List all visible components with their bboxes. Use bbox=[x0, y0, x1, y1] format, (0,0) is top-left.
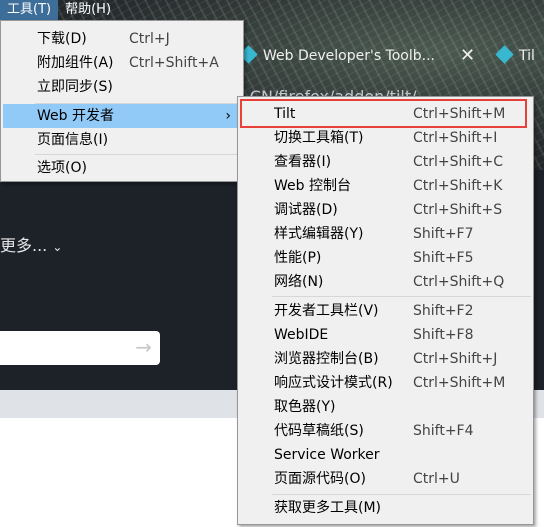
tools-menu: 下载(D) Ctrl+J 附加组件(A) Ctrl+Shift+A 立即同步(S… bbox=[0, 20, 244, 182]
menu-item-label: 浏览器控制台(B) bbox=[274, 351, 379, 367]
menu-item-downloads[interactable]: 下载(D) Ctrl+J bbox=[3, 27, 241, 51]
menu-item-label: 下载(D) bbox=[37, 31, 87, 47]
menu-item-sync[interactable]: 立即同步(S) bbox=[3, 75, 241, 99]
menu-separator bbox=[272, 296, 531, 297]
menubar-help[interactable]: 帮助(H) bbox=[58, 0, 118, 20]
menu-item-scratchpad[interactable]: 代码草稿纸(S) Shift+F4 bbox=[240, 419, 531, 443]
browser-tab-2[interactable]: Til bbox=[495, 44, 535, 68]
menu-item-label: WebIDE bbox=[274, 327, 329, 343]
menu-item-label: 获取更多工具(M) bbox=[274, 500, 382, 516]
menu-item-browser-console[interactable]: 浏览器控制台(B) Ctrl+Shift+J bbox=[240, 347, 531, 371]
menu-item-addons[interactable]: 附加组件(A) Ctrl+Shift+A bbox=[3, 51, 241, 75]
menu-item-responsive-design[interactable]: 响应式设计模式(R) Ctrl+Shift+M bbox=[240, 371, 531, 395]
menu-item-shortcut: Shift+F5 bbox=[413, 250, 474, 266]
menu-item-shortcut: Ctrl+Shift+J bbox=[413, 351, 498, 367]
menu-item-shortcut: Ctrl+Shift+S bbox=[413, 202, 503, 218]
menu-item-shortcut: Ctrl+Shift+A bbox=[129, 55, 219, 71]
menu-item-label: 选项(O) bbox=[37, 160, 87, 176]
more-link-label: 更多... bbox=[0, 236, 48, 255]
menu-item-page-source[interactable]: 页面源代码(O) Ctrl+U bbox=[240, 467, 531, 491]
menu-item-shortcut: Ctrl+U bbox=[413, 471, 460, 487]
menu-item-shortcut: Ctrl+Shift+Q bbox=[413, 274, 505, 290]
menubar: 工具(T) 帮助(H) bbox=[0, 0, 118, 20]
menu-item-label: 切换工具箱(T) bbox=[274, 130, 364, 146]
menu-item-label: 样式编辑器(Y) bbox=[274, 226, 364, 242]
close-tab-icon[interactable]: ✕ bbox=[460, 44, 475, 68]
menu-item-label: 响应式设计模式(R) bbox=[274, 375, 393, 391]
menu-separator bbox=[272, 494, 531, 495]
addon-icon bbox=[495, 45, 514, 64]
menu-item-get-more-tools[interactable]: 获取更多工具(M) bbox=[240, 496, 531, 520]
tab-title: Til bbox=[519, 48, 535, 64]
menu-item-label: 网络(N) bbox=[274, 274, 324, 290]
more-link[interactable]: 更多... ⌄ bbox=[0, 232, 62, 256]
menu-item-page-info[interactable]: 页面信息(I) bbox=[3, 128, 241, 152]
chevron-right-icon: › bbox=[225, 108, 231, 124]
menu-item-shortcut: Shift+F7 bbox=[413, 226, 474, 242]
menu-item-shortcut: Shift+F4 bbox=[413, 423, 474, 439]
menu-item-label: 性能(P) bbox=[274, 250, 322, 266]
menu-item-web-developer[interactable]: Web 开发者 › bbox=[3, 104, 241, 128]
web-developer-submenu: Tilt Ctrl+Shift+M 切换工具箱(T) Ctrl+Shift+I … bbox=[237, 96, 534, 525]
menu-item-label: 附加组件(A) bbox=[37, 55, 114, 71]
menu-item-shortcut: Ctrl+Shift+M bbox=[413, 106, 506, 122]
search-input[interactable]: → bbox=[0, 331, 160, 365]
menu-item-developer-toolbar[interactable]: 开发者工具栏(V) Shift+F2 bbox=[240, 299, 531, 323]
menu-item-label: Service Worker bbox=[274, 447, 380, 463]
menu-item-label: 立即同步(S) bbox=[37, 79, 113, 95]
menu-item-label: 页面信息(I) bbox=[37, 132, 109, 148]
chevron-down-icon: ⌄ bbox=[52, 240, 63, 254]
browser-tab[interactable]: Web Developer's Toolb... bbox=[239, 44, 435, 68]
tab-title: Web Developer's Toolb... bbox=[263, 48, 435, 64]
menu-item-shortcut: Ctrl+Shift+C bbox=[413, 154, 503, 170]
menu-item-inspector[interactable]: 查看器(I) Ctrl+Shift+C bbox=[240, 150, 531, 174]
arrow-right-icon[interactable]: → bbox=[135, 335, 152, 359]
menu-item-debugger[interactable]: 调试器(D) Ctrl+Shift+S bbox=[240, 198, 531, 222]
menu-item-options[interactable]: 选项(O) bbox=[3, 156, 241, 180]
menu-item-label: 查看器(I) bbox=[274, 154, 332, 170]
menu-item-performance[interactable]: 性能(P) Shift+F5 bbox=[240, 246, 531, 270]
menu-item-label: 调试器(D) bbox=[274, 202, 338, 218]
menu-item-style-editor[interactable]: 样式编辑器(Y) Shift+F7 bbox=[240, 222, 531, 246]
menu-item-label: Web 控制台 bbox=[274, 178, 351, 194]
menu-item-label: 代码草稿纸(S) bbox=[274, 423, 364, 439]
menu-separator bbox=[35, 154, 241, 155]
menu-item-label: 页面源代码(O) bbox=[274, 471, 366, 487]
menu-item-shortcut: Ctrl+Shift+I bbox=[413, 130, 498, 146]
menu-item-shortcut: Ctrl+Shift+K bbox=[413, 178, 503, 194]
menu-item-shortcut: Shift+F2 bbox=[413, 303, 474, 319]
menu-item-shortcut: Ctrl+J bbox=[129, 31, 170, 47]
menu-item-web-console[interactable]: Web 控制台 Ctrl+Shift+K bbox=[240, 174, 531, 198]
menu-item-toggle-toolbox[interactable]: 切换工具箱(T) Ctrl+Shift+I bbox=[240, 126, 531, 150]
menu-item-tilt[interactable]: Tilt Ctrl+Shift+M bbox=[240, 102, 531, 126]
menu-item-network[interactable]: 网络(N) Ctrl+Shift+Q bbox=[240, 270, 531, 294]
menu-item-shortcut: Shift+F8 bbox=[413, 327, 474, 343]
menu-item-webide[interactable]: WebIDE Shift+F8 bbox=[240, 323, 531, 347]
menu-item-label: Tilt bbox=[274, 106, 296, 122]
menu-item-eyedropper[interactable]: 取色器(Y) bbox=[240, 395, 531, 419]
menubar-tools[interactable]: 工具(T) bbox=[0, 0, 59, 20]
menu-item-shortcut: Ctrl+Shift+M bbox=[413, 375, 506, 391]
menu-item-label: 取色器(Y) bbox=[274, 399, 336, 415]
menu-item-label: Web 开发者 bbox=[37, 108, 114, 124]
menu-item-service-worker[interactable]: Service Worker bbox=[240, 443, 531, 467]
menu-item-label: 开发者工具栏(V) bbox=[274, 303, 379, 319]
